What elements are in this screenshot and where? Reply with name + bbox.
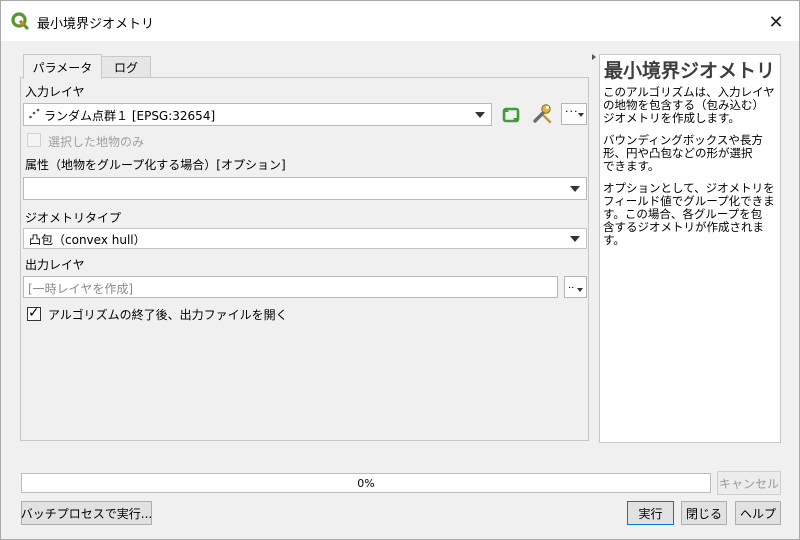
open-output-checkbox[interactable]: ✓ <box>27 305 41 321</box>
help-button[interactable]: ヘルプ <box>735 501 781 525</box>
chevron-down-icon <box>577 288 583 292</box>
wrench-icon[interactable] <box>530 102 554 126</box>
chevron-down-icon <box>578 113 584 117</box>
chevron-down-icon <box>570 236 580 242</box>
selected-only-checkbox[interactable] <box>27 133 41 147</box>
title-bar: 最小境界ジオメトリ ✕ <box>1 1 799 41</box>
chevron-down-icon <box>475 112 485 118</box>
selected-only-label: 選択した地物のみ <box>48 135 145 149</box>
qgis-logo-icon <box>11 12 29 30</box>
input-layer-value: ランダム点群１ [EPSG:32654] <box>44 109 216 123</box>
input-layer-options-button[interactable]: ··· <box>561 103 587 125</box>
help-paragraph-1: このアルゴリズムは、入力レイヤ の地物を包含する（包み込む） ジオメトリを作成し… <box>603 85 775 125</box>
close-window-button[interactable]: ✕ <box>763 9 789 35</box>
input-layer-combo[interactable]: ランダム点群１ [EPSG:32654] <box>23 103 492 126</box>
attribute-label: 属性（地物をグループ化する場合）[オプション] <box>25 158 286 172</box>
output-layer-placeholder: [一時レイヤを作成] <box>28 282 134 296</box>
batch-process-button[interactable]: バッチプロセスで実行... <box>21 501 152 525</box>
help-paragraph-3: オプションとして、ジオメトリを フィールド値でグループ化できま す。この場合、各… <box>603 181 775 247</box>
tab-log[interactable]: ログ <box>102 56 151 78</box>
close-icon: ✕ <box>768 11 784 33</box>
close-button[interactable]: 閉じる <box>681 501 727 525</box>
open-output-label: アルゴリズムの終了後、出力ファイルを開く <box>48 308 288 322</box>
ellipsis-icon: ··· <box>565 105 579 118</box>
attribute-combo[interactable] <box>23 177 587 200</box>
help-title: 最小境界ジオメトリ <box>604 60 776 82</box>
point-layer-icon <box>29 108 40 119</box>
algorithm-dialog: 最小境界ジオメトリ ✕ パラメータ ログ 入力レイヤ ランダム点群１ [EPSG… <box>0 0 800 540</box>
run-button[interactable]: 実行 <box>627 501 674 525</box>
splitter-arrow-icon[interactable] <box>592 54 596 60</box>
cancel-button[interactable]: キャンセル <box>717 471 781 495</box>
help-panel: 最小境界ジオメトリ このアルゴリズムは、入力レイヤ の地物を包含する（包み込む）… <box>599 54 781 443</box>
chevron-down-icon <box>570 186 580 192</box>
geometry-type-value: 凸包（convex hull） <box>29 233 146 247</box>
help-paragraph-2: バウンディングボックスや長方 形、円や凸包などの形が選択 できます。 <box>603 133 763 173</box>
output-layer-label: 出力レイヤ <box>25 258 85 272</box>
ellipsis-icon: .. <box>568 280 575 291</box>
checkmark-icon: ✓ <box>28 305 40 321</box>
progress-label: 0% <box>357 477 375 490</box>
iterate-features-icon[interactable] <box>500 104 522 126</box>
output-layer-options-button[interactable]: .. <box>564 276 587 298</box>
progress-bar: 0% <box>21 473 711 493</box>
tab-parameters[interactable]: パラメータ <box>23 54 102 79</box>
geometry-type-label: ジオメトリタイプ <box>25 211 122 225</box>
window-title: 最小境界ジオメトリ <box>37 17 155 32</box>
geometry-type-combo[interactable]: 凸包（convex hull） <box>23 228 587 249</box>
parameters-panel <box>20 77 589 441</box>
output-layer-input[interactable]: [一時レイヤを作成] <box>23 276 558 298</box>
input-layer-label: 入力レイヤ <box>25 85 85 99</box>
